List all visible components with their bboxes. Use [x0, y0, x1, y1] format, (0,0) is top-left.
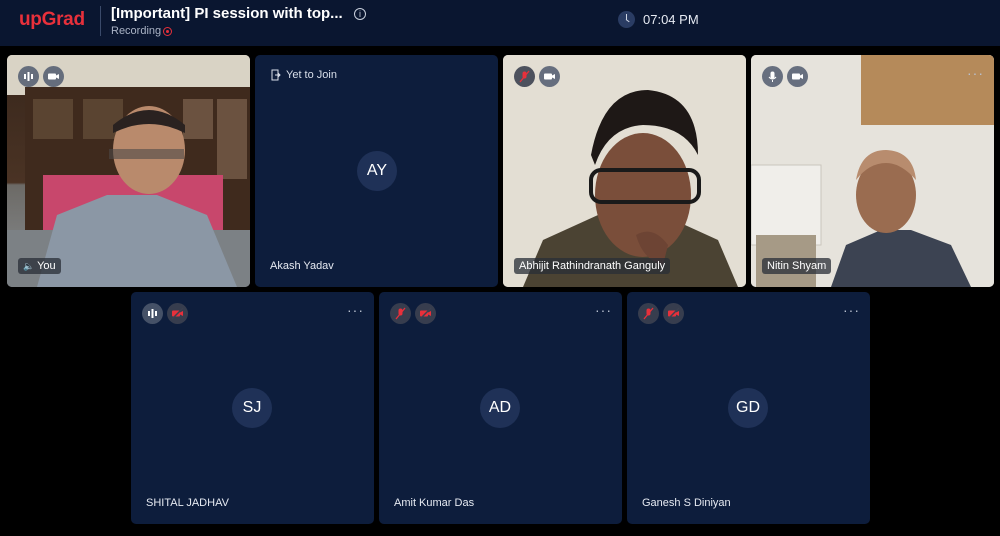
participant-name: Nitin Shyam [762, 258, 832, 274]
participant-tile-amit-kumar-das[interactable]: ··· AD Amit Kumar Das [379, 292, 622, 524]
avatar: AD [480, 388, 520, 428]
participant-tile-akash-yadav[interactable]: Yet to Join AY Akash Yadav [255, 55, 498, 287]
avatar: AY [357, 151, 397, 191]
mic-icon[interactable] [762, 66, 783, 87]
participant-tile-abhijit[interactable]: Abhijit Rathindranath Ganguly [503, 55, 746, 287]
participant-name: Ganesh S Diniyan [642, 497, 731, 509]
door-enter-icon [271, 69, 281, 81]
recording-dot-icon [163, 27, 172, 36]
participant-name: Amit Kumar Das [394, 497, 475, 509]
camera-icon[interactable] [43, 66, 64, 87]
upgrad-logo: upGrad [19, 9, 85, 30]
recording-label: Recording [111, 25, 162, 37]
more-icon[interactable]: ··· [347, 302, 364, 318]
mic-off-icon[interactable] [638, 303, 659, 324]
join-status: Yet to Join [286, 69, 337, 81]
avatar: SJ [232, 388, 272, 428]
participant-video [751, 55, 994, 287]
camera-icon[interactable] [787, 66, 808, 87]
participant-name: Abhijit Rathindranath Ganguly [514, 258, 671, 274]
info-icon[interactable]: i [354, 8, 366, 20]
sound-wave-icon[interactable] [142, 303, 163, 324]
participant-video [503, 55, 746, 287]
speaker-icon: 🔈 [23, 261, 35, 271]
mic-off-icon[interactable] [514, 66, 535, 87]
participant-name: Akash Yadav [270, 260, 334, 272]
camera-off-icon[interactable] [415, 303, 436, 324]
participant-tile-shital-jadhav[interactable]: ··· SJ SHITAL JADHAV [131, 292, 374, 524]
mic-off-icon[interactable] [390, 303, 411, 324]
participant-tile-ganesh-s-diniyan[interactable]: ··· GD Ganesh S Diniyan [627, 292, 870, 524]
top-bar: upGrad [Important] PI session with top..… [0, 0, 1000, 46]
camera-off-icon[interactable] [167, 303, 188, 324]
camera-icon[interactable] [539, 66, 560, 87]
participant-video [7, 55, 250, 287]
clock-time: 07:04 PM [643, 12, 699, 27]
session-title: [Important] PI session with top... [111, 5, 343, 22]
more-icon[interactable]: ··· [967, 65, 984, 81]
more-icon[interactable]: ··· [843, 302, 860, 318]
participant-tile-nitin-shyam[interactable]: ··· Nitin Shyam [751, 55, 994, 287]
participant-tile-you[interactable]: 🔈 You [7, 55, 250, 287]
camera-off-icon[interactable] [663, 303, 684, 324]
avatar: GD [728, 388, 768, 428]
participant-name: SHITAL JADHAV [146, 497, 229, 509]
header-divider [100, 6, 101, 36]
mic-status-icon[interactable] [18, 66, 39, 87]
clock-icon [618, 11, 635, 28]
more-icon[interactable]: ··· [595, 302, 612, 318]
participant-name: 🔈 You [18, 258, 61, 274]
